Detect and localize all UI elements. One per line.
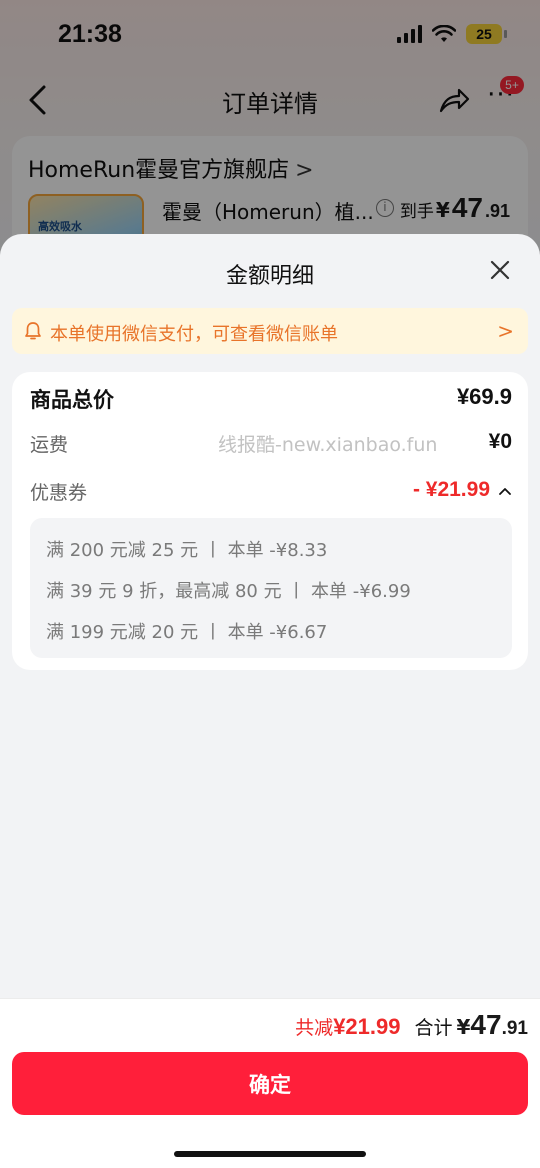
shipping-value: ¥0 (488, 430, 512, 453)
saved-label: 共减 (295, 1017, 334, 1039)
caret-up-icon[interactable] (498, 486, 512, 496)
saved-amount: ¥21.99 (333, 1014, 401, 1039)
shipping-label: 运费 (30, 434, 69, 456)
watermark-text: 线报酷-new.xianbao.fun (218, 434, 438, 456)
price-detail-card: 商品总价 ¥69.9 运费 线报酷-new.xianbao.fun ¥0 优惠券… (12, 372, 528, 670)
total-currency: ¥ (456, 1015, 471, 1039)
goods-total-row: 商品总价 ¥69.9 (30, 384, 512, 416)
total-label: 合计 (414, 1017, 453, 1039)
close-icon[interactable] (488, 258, 512, 282)
bell-icon (25, 322, 41, 340)
coupon-detail-line: 满 199 元减 20 元 丨 本单 -¥6.67 (46, 622, 328, 643)
notice-text: 本单使用微信支付，可查看微信账单 (50, 324, 338, 345)
chevron-right-icon: > (497, 319, 514, 343)
wechat-pay-notice[interactable]: 本单使用微信支付，可查看微信账单 > (12, 308, 528, 354)
goods-total-label: 商品总价 (30, 388, 114, 412)
goods-total-value: ¥69.9 (456, 384, 512, 409)
coupon-value: - ¥21.99 (412, 478, 490, 501)
footer-bar: 共减 ¥21.99 合计 ¥ 47 .91 确定 (0, 998, 540, 1168)
confirm-button[interactable]: 确定 (12, 1052, 528, 1115)
total-summary: 共减 ¥21.99 合计 ¥ 47 .91 (295, 1009, 528, 1041)
shipping-row: 运费 线报酷-new.xianbao.fun ¥0 (30, 430, 512, 462)
coupon-label: 优惠券 (30, 482, 88, 504)
coupon-row[interactable]: 优惠券 - ¥21.99 (30, 478, 512, 510)
coupon-detail-box: 满 200 元减 25 元 丨 本单 -¥8.33 满 39 元 9 折，最高减… (30, 518, 512, 658)
sheet-header: 金额明细 (0, 234, 540, 304)
home-indicator[interactable] (174, 1151, 366, 1157)
total-decimal: .91 (501, 1018, 528, 1039)
coupon-detail-line: 满 200 元减 25 元 丨 本单 -¥8.33 (46, 540, 328, 561)
total-integer: 47 (470, 1009, 502, 1040)
coupon-detail-line: 满 39 元 9 折，最高减 80 元 丨 本单 -¥6.99 (46, 581, 411, 602)
sheet-title: 金额明细 (225, 264, 314, 289)
